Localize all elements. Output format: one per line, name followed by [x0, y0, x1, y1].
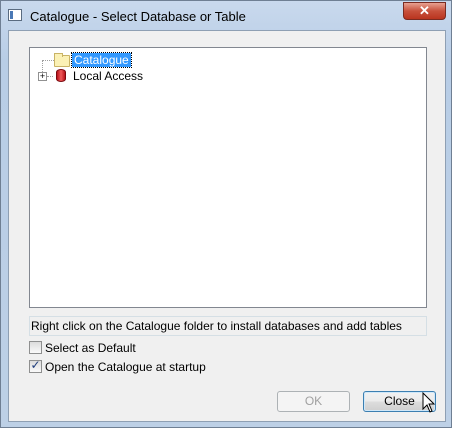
folder-icon: [54, 53, 70, 67]
database-icon: [56, 69, 66, 82]
select-default-label[interactable]: Select as Default: [45, 340, 136, 356]
window-close-button[interactable]: ✕: [403, 2, 446, 20]
tree-item-local-access[interactable]: + Local Access: [30, 68, 230, 84]
tree-item-label[interactable]: Local Access: [73, 69, 143, 83]
tree-connector: [47, 76, 53, 77]
ok-button[interactable]: OK: [277, 391, 350, 412]
catalogue-tree[interactable]: Catalogue + Local Access: [29, 47, 427, 308]
dialog-window: Catalogue - Select Database or Table ✕ C…: [0, 0, 452, 428]
app-icon: [8, 9, 22, 21]
tree-item-catalogue[interactable]: Catalogue: [30, 52, 230, 68]
hint-text: Right click on the Catalogue folder to i…: [29, 316, 427, 336]
open-at-startup-option[interactable]: ✓ Open the Catalogue at startup: [29, 358, 249, 375]
tree-item-label[interactable]: Catalogue: [71, 52, 132, 68]
window-title: Catalogue - Select Database or Table: [30, 9, 246, 24]
select-default-checkbox[interactable]: [29, 341, 42, 354]
checkmark-icon: ✓: [30, 358, 41, 372]
title-bar[interactable]: Catalogue - Select Database or Table ✕: [1, 1, 451, 31]
mouse-cursor-icon: [422, 392, 436, 413]
dialog-body: Catalogue + Local Access Right click on …: [8, 30, 446, 422]
open-at-startup-checkbox[interactable]: ✓: [29, 358, 42, 373]
expand-icon[interactable]: +: [38, 72, 47, 81]
select-default-option[interactable]: Select as Default: [29, 340, 229, 356]
open-at-startup-label[interactable]: Open the Catalogue at startup: [45, 359, 206, 375]
